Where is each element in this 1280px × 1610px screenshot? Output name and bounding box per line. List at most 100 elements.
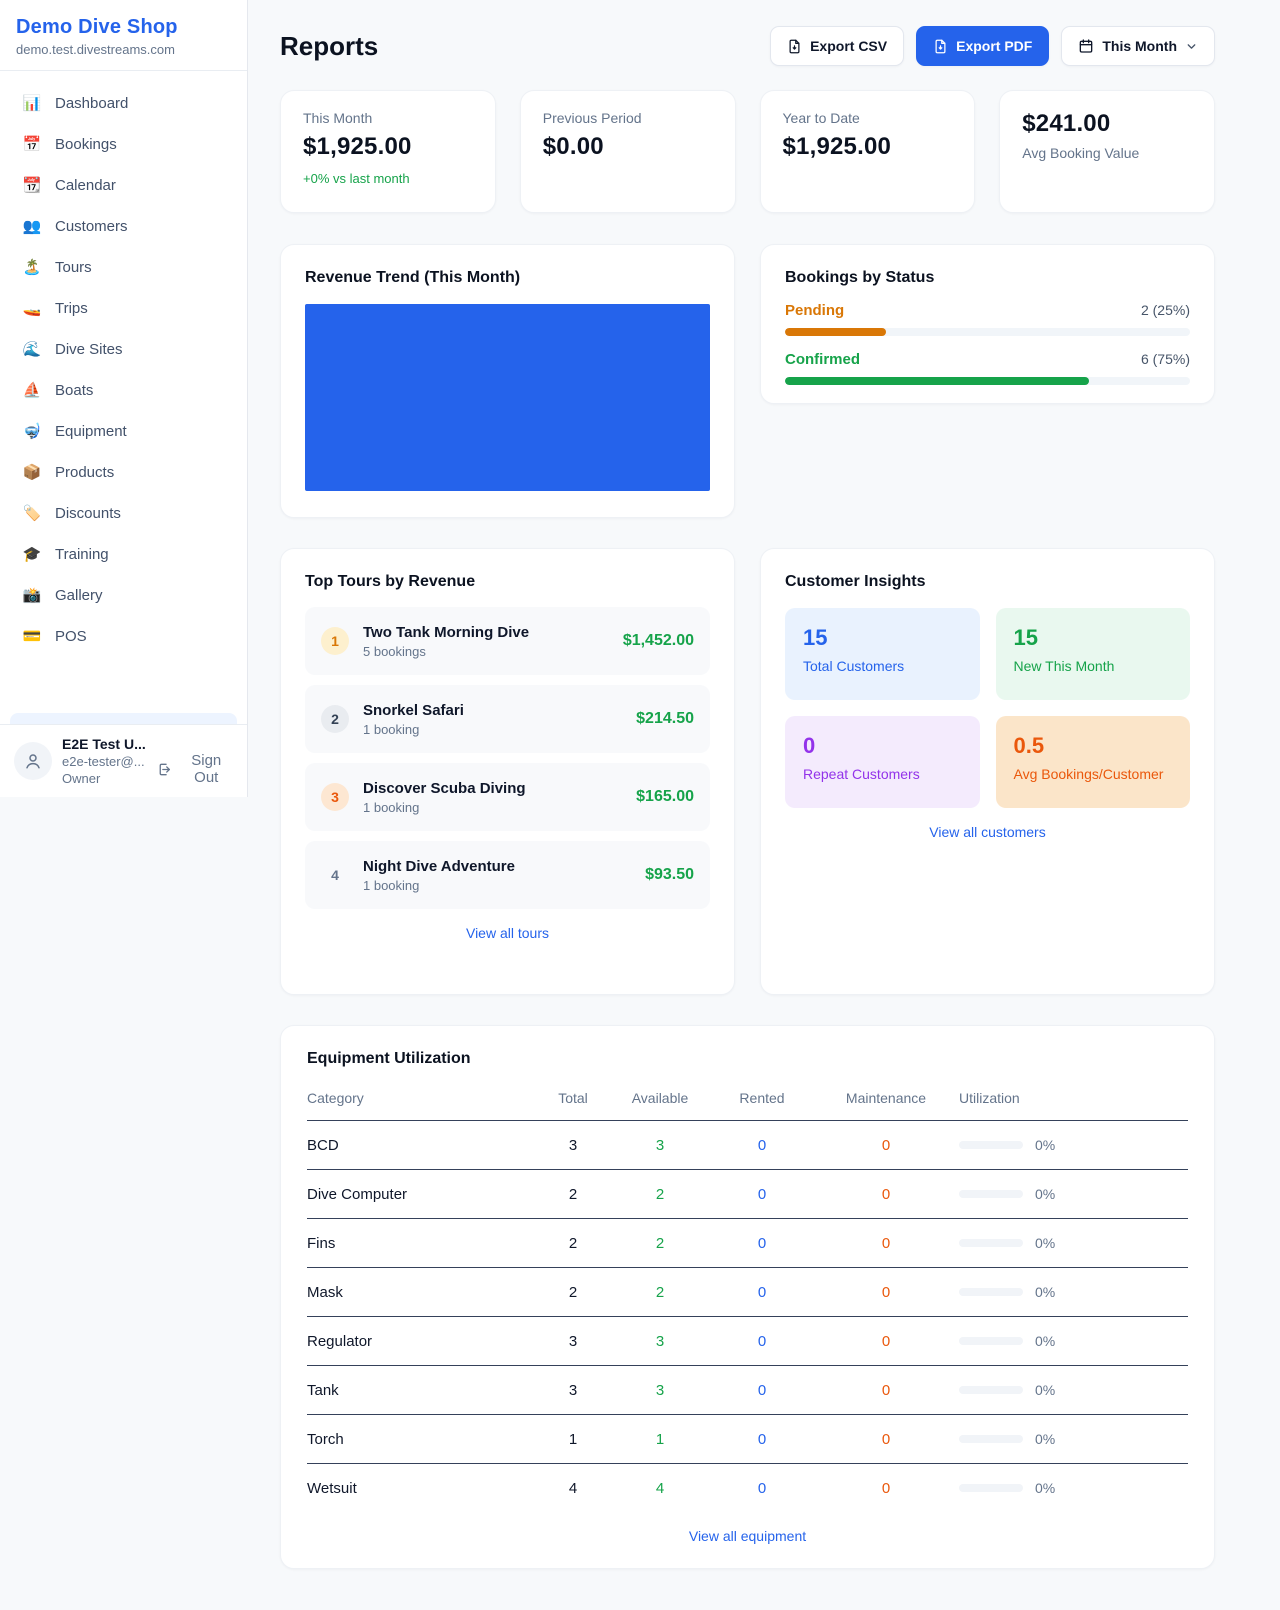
export-pdf-button[interactable]: Export PDF — [916, 26, 1049, 66]
equipment-category: Mask — [307, 1268, 537, 1317]
sidebar-item-calendar[interactable]: 📆 Calendar — [10, 165, 237, 206]
column-header-total: Total — [537, 1080, 609, 1121]
top-tours-card: Top Tours by Revenue 1 Two Tank Morning … — [280, 548, 735, 995]
nav-item-label: Bookings — [55, 134, 117, 155]
sidebar-item-customers[interactable]: 👥 Customers — [10, 206, 237, 247]
view-all-tours-link[interactable]: View all tours — [305, 925, 710, 941]
utilization-percent: 0% — [1035, 1186, 1055, 1202]
chevron-down-icon — [1185, 40, 1198, 53]
brand-domain: demo.test.divestreams.com — [16, 42, 231, 57]
equipment-maintenance: 0 — [813, 1317, 959, 1366]
equipment-category: BCD — [307, 1121, 537, 1170]
tour-bookings: 1 booking — [363, 878, 515, 893]
nav-item-label: Boats — [55, 380, 93, 401]
equipment-maintenance: 0 — [813, 1121, 959, 1170]
column-header-available: Available — [609, 1080, 711, 1121]
insight-label: Avg Bookings/Customer — [1014, 766, 1173, 782]
sidebar-item-boats[interactable]: ⛵ Boats — [10, 370, 237, 411]
sidebar-user-section: E2E Test U... e2e-tester@... Owner Sign … — [0, 724, 247, 797]
sidebar-item-equipment[interactable]: 🤿 Equipment — [10, 411, 237, 452]
nav-item-label: Products — [55, 462, 114, 483]
sidebar-item-tours[interactable]: 🏝️ Tours — [10, 247, 237, 288]
insight-label: Total Customers — [803, 658, 962, 674]
equipment-total: 2 — [537, 1268, 609, 1317]
period-dropdown[interactable]: This Month — [1061, 26, 1215, 66]
tour-list-item[interactable]: 2 Snorkel Safari 1 booking $214.50 — [305, 685, 710, 753]
nav-item-icon: 🎓 — [22, 544, 42, 565]
equipment-rented: 0 — [711, 1170, 813, 1219]
equipment-table-row: Dive Computer 2 2 0 0 0% — [307, 1170, 1188, 1219]
export-csv-button[interactable]: Export CSV — [770, 26, 904, 66]
equipment-available: 3 — [609, 1317, 711, 1366]
equipment-table-row: Torch 1 1 0 0 0% — [307, 1415, 1188, 1464]
nav-item-label: Training — [55, 544, 109, 565]
status-count: 6 (75%) — [1141, 351, 1190, 367]
insight-value: 15 — [803, 625, 962, 651]
top-tours-list: 1 Two Tank Morning Dive 5 bookings $1,45… — [305, 607, 710, 909]
nav-item-icon: 🚤 — [22, 298, 42, 319]
tour-revenue: $165.00 — [636, 788, 694, 806]
status-count: 2 (25%) — [1141, 302, 1190, 318]
utilization-bar-track — [959, 1141, 1023, 1149]
tour-bookings: 1 booking — [363, 722, 464, 737]
equipment-table-row: BCD 3 3 0 0 0% — [307, 1121, 1188, 1170]
insight-tile: 0.5 Avg Bookings/Customer — [996, 716, 1191, 808]
nav-item-icon: 📆 — [22, 175, 42, 196]
equipment-available: 3 — [609, 1121, 711, 1170]
bookings-by-status-card: Bookings by Status Pending 2 (25%) Confi… — [760, 244, 1215, 404]
person-icon — [24, 752, 42, 770]
brand: Demo Dive Shop demo.test.divestreams.com — [0, 0, 247, 71]
page-header: Reports Export CSV Export PDF This Month — [280, 26, 1215, 66]
utilization-bar-track — [959, 1484, 1023, 1492]
nav-item-icon: 📸 — [22, 585, 42, 606]
insight-value: 15 — [1014, 625, 1173, 651]
tour-list-item[interactable]: 1 Two Tank Morning Dive 5 bookings $1,45… — [305, 607, 710, 675]
utilization-cell: 0% — [959, 1317, 1188, 1365]
utilization-bar-track — [959, 1337, 1023, 1345]
tour-name: Snorkel Safari — [363, 702, 464, 719]
sidebar-item-training[interactable]: 🎓 Training — [10, 534, 237, 575]
equipment-table-row: Regulator 3 3 0 0 0% — [307, 1317, 1188, 1366]
utilization-percent: 0% — [1035, 1284, 1055, 1300]
equipment-rented: 0 — [711, 1219, 813, 1268]
revenue-trend-chart — [305, 304, 710, 491]
tour-list-item[interactable]: 3 Discover Scuba Diving 1 booking $165.0… — [305, 763, 710, 831]
sidebar-item-discounts[interactable]: 🏷️ Discounts — [10, 493, 237, 534]
equipment-table-row: Tank 3 3 0 0 0% — [307, 1366, 1188, 1415]
tour-name: Discover Scuba Diving — [363, 780, 526, 797]
nav-item-icon: 👥 — [22, 216, 42, 237]
sign-out-button[interactable]: Sign Out — [157, 752, 233, 786]
sidebar-item-products[interactable]: 📦 Products — [10, 452, 237, 493]
tour-revenue: $214.50 — [636, 710, 694, 728]
stat-label: This Month — [303, 110, 473, 126]
status-bar-track — [785, 328, 1190, 336]
utilization-bar-track — [959, 1288, 1023, 1296]
stat-label: Previous Period — [543, 110, 713, 126]
tour-list-item[interactable]: 4 Night Dive Adventure 1 booking $93.50 — [305, 841, 710, 909]
equipment-total: 3 — [537, 1317, 609, 1366]
user-role: Owner — [62, 771, 147, 786]
equipment-maintenance: 0 — [813, 1366, 959, 1415]
equipment-rented: 0 — [711, 1121, 813, 1170]
sidebar-item-pos[interactable]: 💳 POS — [10, 616, 237, 657]
equipment-total: 1 — [537, 1415, 609, 1464]
insight-tile: 15 Total Customers — [785, 608, 980, 700]
sidebar-item-dive-sites[interactable]: 🌊 Dive Sites — [10, 329, 237, 370]
sidebar-item-reports-active-partial[interactable] — [10, 713, 237, 724]
nav-item-icon: 🤿 — [22, 421, 42, 442]
view-all-equipment-link[interactable]: View all equipment — [307, 1528, 1188, 1544]
status-bar-fill — [785, 377, 1089, 385]
nav-item-label: POS — [55, 626, 87, 647]
nav-item-label: Trips — [55, 298, 88, 319]
sidebar-item-trips[interactable]: 🚤 Trips — [10, 288, 237, 329]
sidebar-item-gallery[interactable]: 📸 Gallery — [10, 575, 237, 616]
equipment-table-row: Mask 2 2 0 0 0% — [307, 1268, 1188, 1317]
stat-value: $0.00 — [543, 133, 713, 161]
view-all-customers-link[interactable]: View all customers — [785, 824, 1190, 840]
sidebar-item-dashboard[interactable]: 📊 Dashboard — [10, 83, 237, 124]
column-header-utilization: Utilization — [959, 1080, 1188, 1121]
sidebar-item-bookings[interactable]: 📅 Bookings — [10, 124, 237, 165]
equipment-available: 3 — [609, 1366, 711, 1415]
utilization-percent: 0% — [1035, 1333, 1055, 1349]
equipment-category: Fins — [307, 1219, 537, 1268]
